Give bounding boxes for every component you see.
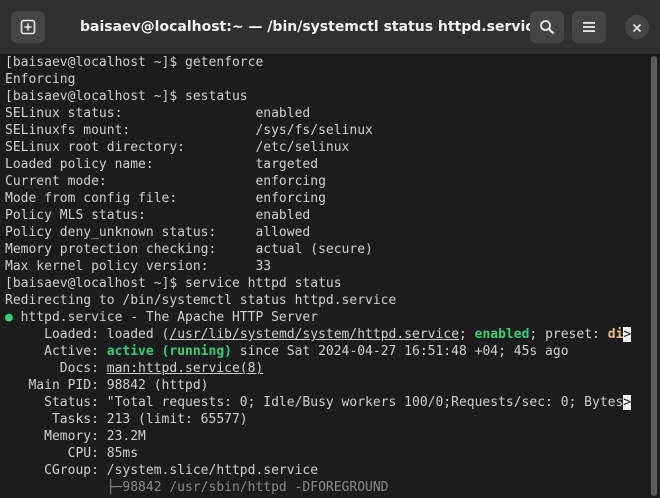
service-header: httpd.service - The Apache HTTP Server: [12, 310, 319, 325]
separator-text: ;: [458, 327, 475, 342]
terminal-line: Docs: man:httpd.service(8): [5, 360, 647, 377]
terminal-line: Active: active (running) since Sat 2024-…: [5, 343, 647, 360]
status-dot-icon: ●: [5, 310, 13, 325]
terminal-line: Policy MLS status: enabled: [5, 208, 311, 223]
menu-button[interactable]: [572, 11, 606, 43]
preset-label: ; preset:: [529, 327, 608, 342]
terminal-line: Tasks: 213 (limit: 65577): [5, 412, 248, 427]
terminal-line: Main PID: 98842 (httpd): [5, 378, 209, 393]
terminal-line: Status: "Total requests: 0; Idle/Busy wo…: [5, 394, 647, 411]
close-button[interactable]: [625, 15, 649, 39]
close-icon: [632, 18, 642, 37]
terminal-line: [baisaev@localhost ~]$ service httpd sta…: [5, 276, 342, 291]
terminal-window: baisaev@localhost:~ — /bin/systemctl sta…: [0, 0, 660, 498]
active-status: active (running): [106, 344, 232, 359]
docs-link[interactable]: man:httpd.service(8): [107, 361, 264, 376]
new-tab-icon: [20, 19, 36, 35]
terminal-line: ● httpd.service - The Apache HTTP Server: [5, 309, 647, 326]
terminal-line: Redirecting to /bin/systemctl status htt…: [5, 293, 397, 308]
terminal-line: Mode from config file: enforcing: [5, 191, 326, 206]
status-text: Status: "Total requests: 0; Idle/Busy wo…: [5, 395, 624, 410]
search-button[interactable]: [530, 11, 564, 43]
terminal-line: Loaded policy name: targeted: [5, 157, 319, 172]
terminal-line: [baisaev@localhost ~]$ getenforce: [5, 55, 264, 70]
terminal-line: Memory: 23.2M: [5, 429, 146, 444]
terminal-line: SELinux status: enabled: [5, 106, 311, 121]
terminal-line: Policy deny_unknown status: allowed: [5, 225, 311, 240]
terminal-line: Loaded: loaded (/usr/lib/systemd/system/…: [5, 326, 647, 343]
terminal-line: CGroup: /system.slice/httpd.service: [5, 463, 319, 478]
terminal-line: Current mode: enforcing: [5, 174, 326, 189]
terminal-line: Enforcing: [5, 72, 76, 87]
search-icon: [539, 19, 555, 35]
titlebar: baisaev@localhost:~ — /bin/systemctl sta…: [0, 0, 660, 55]
scrollbar-thumb[interactable]: [651, 56, 657, 496]
terminal-output[interactable]: [baisaev@localhost ~]$ getenforce Enforc…: [0, 54, 647, 498]
terminal-line: CPU: 85ms: [5, 446, 139, 461]
docs-label: Docs:: [5, 361, 107, 376]
enabled-status: enabled: [474, 327, 530, 342]
hamburger-menu-icon: [582, 20, 596, 34]
preset-value-truncated: di: [607, 327, 624, 342]
terminal-line: Memory protection checking: actual (secu…: [5, 242, 373, 257]
active-label: Active:: [5, 344, 107, 359]
terminal-line: [baisaev@localhost ~]$ sestatus: [5, 89, 248, 104]
window-title: baisaev@localhost:~ — /bin/systemctl sta…: [80, 19, 530, 35]
terminal-line: SELinux root directory: /etc/selinux: [5, 140, 350, 155]
loaded-label: Loaded: loaded (: [5, 327, 170, 342]
active-since: since Sat 2024-04-27 16:51:48 +04; 45s a…: [231, 344, 569, 359]
line-truncation-marker: >: [623, 327, 632, 342]
new-tab-button[interactable]: [11, 11, 45, 43]
terminal-line: ├─98842 /usr/sbin/httpd -DFOREGROUND: [5, 480, 389, 495]
unit-file-path: /usr/lib/systemd/system/httpd.service: [169, 327, 459, 342]
terminal-line: SELinuxfs mount: /sys/fs/selinux: [5, 123, 373, 138]
line-truncation-marker: >: [623, 395, 632, 410]
terminal-line: Max kernel policy version: 33: [5, 259, 272, 274]
terminal-scrollbar[interactable]: [647, 54, 660, 498]
